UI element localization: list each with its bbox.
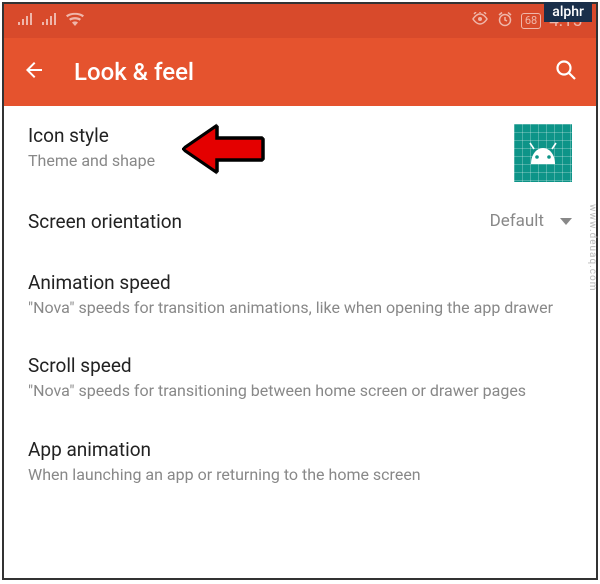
app-bar: Look & feel xyxy=(4,38,596,106)
wifi-icon xyxy=(66,12,84,30)
chevron-down-icon xyxy=(560,218,572,225)
page-title: Look & feel xyxy=(74,58,554,86)
watermark: www.deuaq.com xyxy=(587,204,598,292)
setting-title: Scroll speed xyxy=(28,354,572,377)
back-button[interactable] xyxy=(22,58,46,86)
android-icon xyxy=(525,142,561,164)
alarm-icon xyxy=(497,11,513,31)
eye-icon xyxy=(471,12,489,30)
setting-subtitle: When launching an app or returning to th… xyxy=(28,464,572,486)
setting-title: App animation xyxy=(28,438,572,461)
annotation-arrow xyxy=(184,124,264,174)
signal1-icon xyxy=(18,13,34,29)
setting-title: Screen orientation xyxy=(28,210,182,233)
dropdown-selected: Default xyxy=(490,211,544,231)
battery-icon: 68 xyxy=(521,13,541,29)
setting-subtitle: "Nova" speeds for transitioning between … xyxy=(28,380,572,402)
screenshot-frame: 68 4:15 Look & feel Icon style Theme and… xyxy=(2,2,598,580)
search-button[interactable] xyxy=(554,58,578,86)
status-bar: 68 4:15 xyxy=(4,4,596,38)
setting-animation-speed[interactable]: Animation speed "Nova" speeds for transi… xyxy=(4,253,596,337)
setting-title: Animation speed xyxy=(28,271,572,294)
dropdown-value[interactable]: Default xyxy=(490,211,572,231)
alphr-badge: alphr xyxy=(544,2,592,22)
setting-icon-style[interactable]: Icon style Theme and shape xyxy=(4,106,596,190)
icon-preview xyxy=(514,124,572,182)
settings-list: Icon style Theme and shape Screen orient… xyxy=(4,106,596,503)
setting-app-animation[interactable]: App animation When launching an app or r… xyxy=(4,420,596,504)
setting-scroll-speed[interactable]: Scroll speed "Nova" speeds for transitio… xyxy=(4,336,596,420)
setting-subtitle: "Nova" speeds for transition animations,… xyxy=(28,297,572,319)
setting-screen-orientation[interactable]: Screen orientation Default xyxy=(4,190,596,253)
signal2-icon xyxy=(42,13,58,29)
